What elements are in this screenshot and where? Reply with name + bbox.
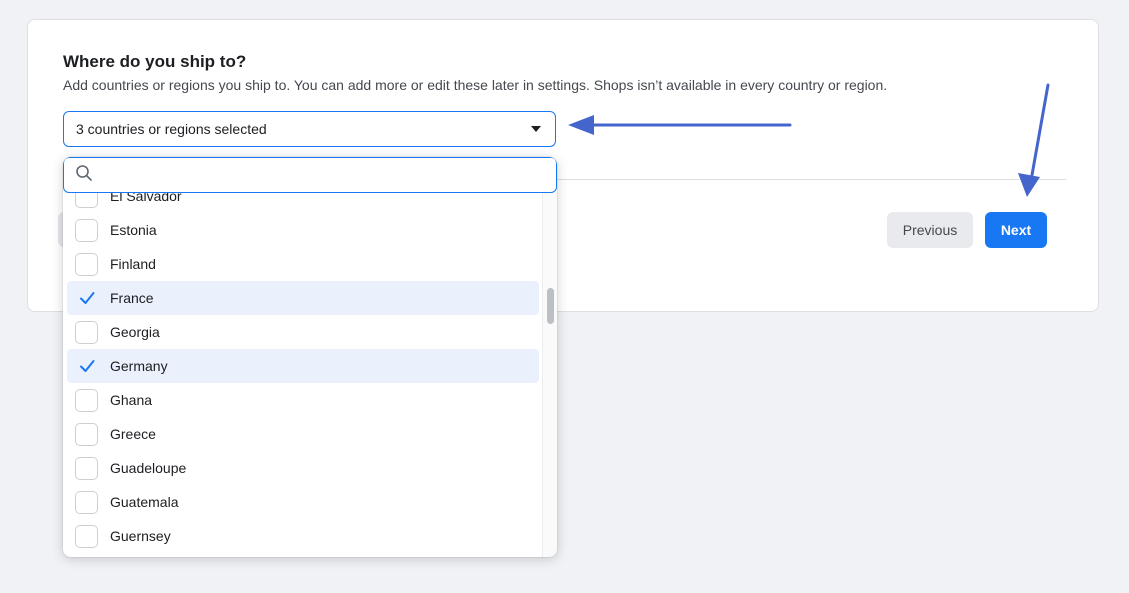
country-option-label: Finland xyxy=(110,256,156,272)
country-option-label: Germany xyxy=(110,358,168,374)
checkbox[interactable] xyxy=(75,388,98,412)
checkbox[interactable] xyxy=(75,490,98,514)
country-option-label: Georgia xyxy=(110,324,160,340)
country-option-label: France xyxy=(110,290,154,306)
divider xyxy=(556,179,1066,180)
checkmark-icon[interactable] xyxy=(75,355,98,378)
country-option[interactable]: Germany xyxy=(67,349,539,383)
country-option-label: Guadeloupe xyxy=(110,460,187,476)
country-option[interactable] xyxy=(67,553,539,557)
country-option-label: Guernsey xyxy=(110,528,171,544)
country-option-label: Greece xyxy=(110,426,156,442)
country-option[interactable]: Ghana xyxy=(67,383,539,417)
checkbox[interactable] xyxy=(75,422,98,446)
countries-select-value: 3 countries or regions selected xyxy=(76,121,267,137)
country-option[interactable]: Guernsey xyxy=(67,519,539,553)
page-title: Where do you ship to? xyxy=(63,52,247,71)
search-input[interactable] xyxy=(101,160,556,190)
scrollbar[interactable] xyxy=(542,193,557,557)
country-option[interactable]: Finland xyxy=(67,247,539,281)
checkbox[interactable] xyxy=(75,218,98,242)
country-option[interactable]: Georgia xyxy=(67,315,539,349)
country-option-label: El Salvador xyxy=(110,193,182,204)
checkbox[interactable] xyxy=(75,193,98,208)
next-button[interactable]: Next xyxy=(985,212,1047,248)
country-option[interactable]: Estonia xyxy=(67,213,539,247)
country-option[interactable]: El Salvador xyxy=(67,193,539,213)
countries-dropdown: El Salvador Estonia Finland France Georgia Ge… xyxy=(63,157,557,557)
search-icon xyxy=(75,164,93,187)
checkbox[interactable] xyxy=(75,456,98,480)
search-box[interactable] xyxy=(63,157,557,193)
countries-select[interactable]: 3 countries or regions selected xyxy=(63,111,556,147)
caret-down-icon xyxy=(531,126,541,132)
scrollbar-thumb[interactable] xyxy=(547,288,554,324)
checkmark-icon[interactable] xyxy=(75,287,98,310)
country-option[interactable]: Guadeloupe xyxy=(67,451,539,485)
checkbox[interactable] xyxy=(75,320,98,344)
country-option[interactable]: France xyxy=(67,281,539,315)
country-option-label: Ghana xyxy=(110,392,153,408)
country-option[interactable]: Greece xyxy=(67,417,539,451)
checkbox[interactable] xyxy=(75,252,98,276)
previous-button[interactable]: Previous xyxy=(887,212,973,248)
country-option[interactable]: Guatemala xyxy=(67,485,539,519)
country-list: El Salvador Estonia Finland France Georgia Ge… xyxy=(63,193,543,557)
page-subtitle: Add countries or regions you ship to. Yo… xyxy=(63,77,888,93)
country-option-label: Estonia xyxy=(110,222,157,238)
checkbox[interactable] xyxy=(75,524,98,548)
country-option-label: Guatemala xyxy=(110,494,179,510)
